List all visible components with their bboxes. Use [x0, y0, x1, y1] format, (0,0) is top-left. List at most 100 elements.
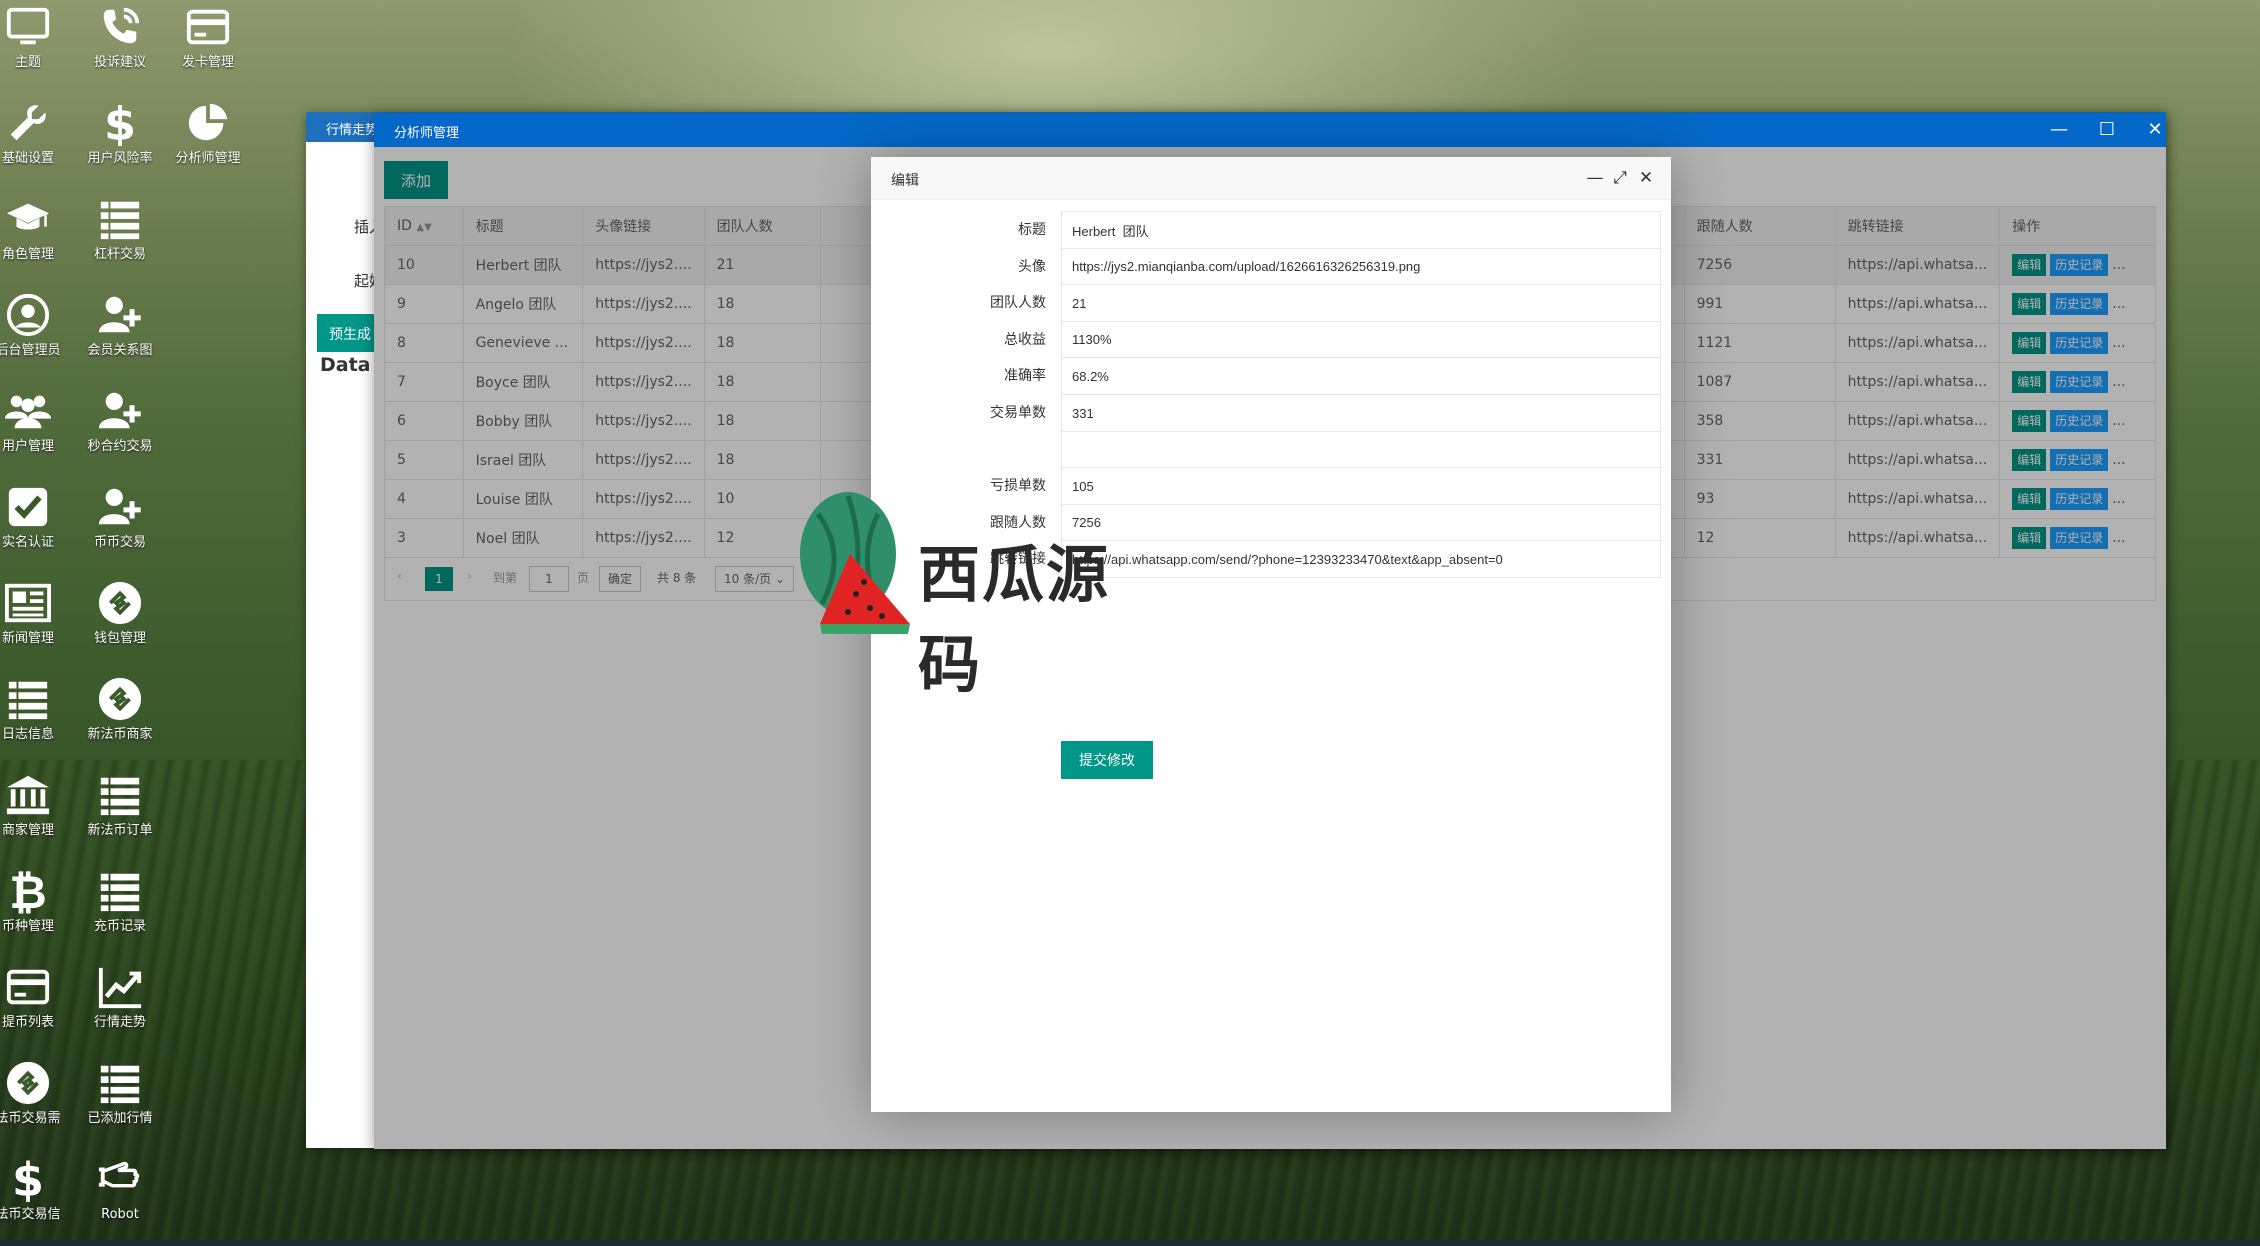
desktop-icon-label: 钱包管理: [93, 631, 146, 646]
close-icon[interactable]: ✕: [2142, 117, 2168, 143]
desktop-icon-theme[interactable]: 主题: [0, 0, 74, 86]
form-input[interactable]: [1061, 320, 1661, 359]
desktop-icon-added-markets[interactable]: 已添加行情: [74, 1056, 166, 1142]
modal-titlebar[interactable]: 编辑 — ⤢ ✕: [871, 157, 1671, 200]
form-row: 交易单数: [871, 394, 1671, 432]
maximize-icon[interactable]: ☐: [2094, 117, 2120, 143]
desktop-icon-coin-trading[interactable]: 币币交易: [74, 480, 166, 566]
desktop-icon-label: 新法币商家: [87, 727, 153, 742]
desktop-icon-label: 新闻管理: [1, 631, 54, 646]
desktop-icon-role-management[interactable]: 角色管理: [0, 192, 74, 278]
watermark-text: 西瓜源码: [918, 538, 1111, 701]
desktop-icon-second-contract[interactable]: 秒合约交易: [74, 384, 166, 470]
desktop-icon-label: 发卡管理: [181, 55, 234, 70]
wrench-icon: [10, 105, 46, 141]
desktop-icon-label: 实名认证: [1, 535, 54, 550]
desktop-icon-label: 会员关系图: [87, 343, 153, 358]
desktop-icon-label: 角色管理: [1, 247, 54, 262]
desktop-icon-label: 行情走势: [93, 1015, 146, 1030]
desktop-icon-member-graph[interactable]: 会员关系图: [74, 288, 166, 374]
desktop-icon-logs[interactable]: 日志信息: [0, 672, 74, 758]
form-input[interactable]: [1061, 211, 1661, 249]
desktop-icon-fiat-demand[interactable]: 法币交易需: [0, 1056, 74, 1142]
desktop-icon-label: 币种管理: [1, 919, 54, 934]
form-input[interactable]: [1061, 540, 1661, 579]
form-label: 交易单数: [990, 405, 1046, 421]
form-label: 头像: [1018, 258, 1046, 275]
form-row: 团队人数: [871, 284, 1671, 323]
desktop-icon-card-management[interactable]: 发卡管理: [162, 0, 254, 86]
watermark: 西瓜源码: [778, 484, 1138, 701]
desktop-icon-fiat-orders[interactable]: 新法币订单: [74, 768, 166, 854]
form-input[interactable]: [1061, 430, 1661, 469]
form-row: 头像: [871, 247, 1671, 286]
maximize-icon[interactable]: ⤢: [1608, 166, 1632, 190]
watermelon-logo-icon: [800, 492, 910, 634]
diamond-link-icon: [98, 677, 142, 721]
desktop-icon-merchant-management[interactable]: 商家管理: [0, 768, 74, 854]
desktop-icon-complaints[interactable]: 投诉建议: [74, 0, 166, 86]
form-row: 准确率: [871, 357, 1671, 396]
window-title: 行情走势: [326, 123, 379, 138]
phone-icon: [103, 7, 140, 44]
desktop-icon-label: 日志信息: [1, 727, 54, 742]
list-icon: [100, 201, 140, 240]
form-row: 总收益: [871, 320, 1671, 359]
desktop-icon-wallet[interactable]: 钱包管理: [74, 576, 166, 662]
list-icon: [8, 681, 48, 720]
desktop-icon-withdraw-list[interactable]: 提币列表: [0, 960, 74, 1046]
desktop-icon-label: 分析师管理: [175, 151, 241, 166]
user-plus-icon: [98, 488, 141, 525]
modal-title: 编辑: [891, 173, 919, 189]
desktop-icon-fiat-info[interactable]: $ 法币交易信: [0, 1152, 74, 1238]
desktop-icon-analyst-management[interactable]: 分析师管理: [162, 96, 254, 182]
desktop-icon-coin-types[interactable]: ₿ 币种管理: [0, 864, 74, 950]
desktop-icon-leverage-trading[interactable]: 杠杆交易: [74, 192, 166, 278]
minimize-icon[interactable]: —: [2046, 117, 2072, 143]
desktop-icon-user-management[interactable]: 用户管理: [0, 384, 74, 470]
desktop-icon-label: 新法币订单: [87, 823, 153, 838]
form-label: 总收益: [1004, 331, 1046, 348]
desktop-icon-robot[interactable]: Robot: [74, 1152, 166, 1238]
form-input[interactable]: [1061, 467, 1661, 506]
desktop-icon-label: 已添加行情: [87, 1111, 153, 1126]
pregenerate-button[interactable]: 预生成: [317, 314, 377, 352]
svg-text:$: $: [12, 1156, 44, 1202]
desktop-icon-fiat-merchant[interactable]: 新法币商家: [74, 672, 166, 758]
desktop-icon-label: 法币交易信: [0, 1207, 61, 1222]
desktop-icon-basic-settings[interactable]: 基础设置: [0, 96, 74, 182]
monitor-icon: [6, 7, 50, 45]
desktop-icon-admins[interactable]: 后台管理员: [0, 288, 74, 374]
user-circle-icon: [6, 293, 50, 337]
list-icon: [100, 1065, 140, 1104]
desktop-icon-news[interactable]: 新闻管理: [0, 576, 74, 662]
list-icon: [100, 777, 140, 816]
user-plus-icon: [98, 392, 141, 429]
desktop-icon-label: 充币记录: [93, 919, 146, 934]
form-input[interactable]: [1061, 247, 1661, 286]
diamond-link-icon: [6, 1061, 50, 1105]
desktop-icon-label: 币币交易: [93, 535, 146, 550]
form-label: 准确率: [1004, 368, 1046, 385]
desktop-icon-label: 杠杆交易: [93, 247, 146, 262]
form-input[interactable]: [1061, 357, 1661, 396]
submit-button[interactable]: 提交修改: [1061, 741, 1153, 779]
bitcoin-icon: ₿: [9, 868, 47, 914]
desktop-icon-user-risk[interactable]: $ 用户风险率: [74, 96, 166, 182]
form-input[interactable]: [1061, 503, 1661, 542]
card-icon: [186, 9, 230, 45]
minimize-icon[interactable]: —: [1583, 166, 1607, 190]
list-icon: [100, 873, 140, 912]
close-icon[interactable]: ✕: [1634, 166, 1658, 190]
line-chart-icon: [98, 967, 142, 1009]
desktop-icon-market-trend[interactable]: 行情走势: [74, 960, 166, 1046]
form-input[interactable]: [1061, 284, 1661, 323]
desktop-icon-real-name[interactable]: 实名认证: [0, 480, 74, 566]
diamond-link-icon: [98, 581, 142, 625]
form-label: 团队人数: [990, 295, 1046, 312]
desktop-icon-label: 用户管理: [1, 439, 54, 454]
desktop-icon-deposit-records[interactable]: 充币记录: [74, 864, 166, 950]
dollar-icon: $: [104, 100, 136, 146]
window-titlebar[interactable]: 分析师管理 — ☐ ✕: [374, 113, 2166, 147]
form-input[interactable]: [1061, 394, 1661, 432]
